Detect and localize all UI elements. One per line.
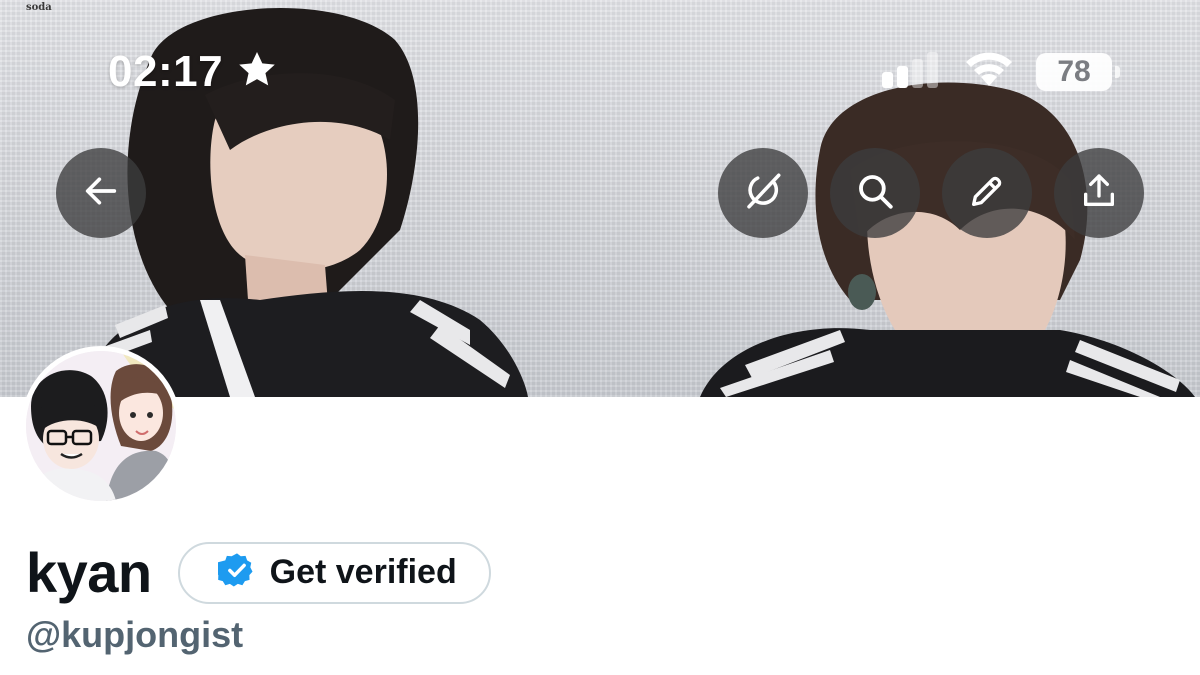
- cellular-signal-icon: [880, 50, 942, 95]
- grok-icon: [742, 170, 784, 217]
- status-bar-right: 78: [880, 50, 1120, 95]
- grok-button[interactable]: [718, 148, 808, 238]
- search-icon: [854, 170, 896, 217]
- profile-banner[interactable]: soda 02:17 78: [0, 0, 1200, 397]
- display-name: kyan: [26, 541, 152, 604]
- profile-name-row: kyan Get verified: [26, 540, 491, 605]
- profile-handle: @kupjongist: [26, 614, 244, 655]
- search-button[interactable]: [830, 148, 920, 238]
- banner-watermark: soda: [26, 2, 52, 13]
- status-bar-left: 02:17: [108, 46, 279, 98]
- share-icon: [1079, 171, 1119, 216]
- verified-badge-icon: [214, 551, 256, 594]
- battery-percent: 78: [1057, 55, 1091, 88]
- star-icon: [235, 48, 279, 97]
- avatar-illustration: [26, 351, 176, 501]
- profile-avatar[interactable]: [21, 346, 181, 506]
- share-button[interactable]: [1054, 148, 1144, 238]
- back-arrow-icon: [81, 171, 121, 216]
- battery-icon: 78: [1036, 53, 1120, 91]
- edit-button[interactable]: [942, 148, 1032, 238]
- wifi-icon: [962, 50, 1016, 95]
- get-verified-label: Get verified: [269, 553, 457, 591]
- get-verified-button[interactable]: Get verified: [177, 541, 491, 604]
- banner-person-right: [700, 82, 1195, 397]
- back-button[interactable]: [56, 148, 146, 238]
- edit-pencil-icon: [967, 171, 1007, 216]
- status-time: 02:17: [108, 47, 224, 96]
